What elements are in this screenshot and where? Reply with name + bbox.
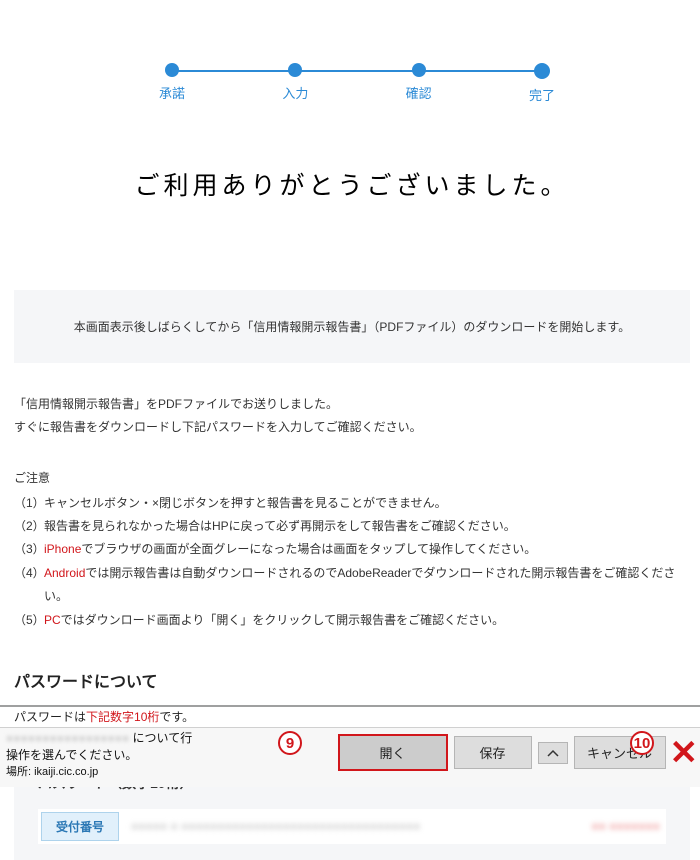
step-confirm: 確認: [406, 63, 432, 102]
annotation-marker-10: 10: [630, 731, 654, 755]
download-buttons: 開く 保存 キャンセル: [338, 734, 666, 771]
step-dot-icon: [165, 63, 179, 77]
step-done: 完了: [529, 63, 555, 104]
download-bar: ●●●●●●●●●●●●●●●●● について行 操作を選んでください。 場所: …: [0, 727, 700, 787]
step-dot-icon: [412, 63, 426, 77]
step-accept: 承諾: [159, 63, 185, 102]
stepper-line: [169, 70, 545, 72]
receipt-number-masked: ●●●●● ● ●●●●●●●●●●●●●●●●●●●●●●●●●●●●●●●●…: [131, 819, 579, 833]
step-label: 確認: [406, 83, 432, 102]
caution-heading: ご注意: [14, 469, 690, 486]
caution-item: （1） キャンセルボタン・×閉じボタンを押すと報告書を見ることができません。: [14, 492, 690, 515]
receipt-row: 受付番号 ●●●●● ● ●●●●●●●●●●●●●●●●●●●●●●●●●●●…: [38, 809, 666, 844]
password-description: パスワードは下記数字10桁です。: [14, 708, 690, 725]
caution-item: （5） PCではダウンロード画面より「開く」をクリックして開示報告書をご確認くだ…: [14, 609, 690, 632]
caution-item: （2） 報告書を見られなかった場合はHPに戻って必ず再開示をして報告書をご確認く…: [14, 515, 690, 538]
caution-item: （4） Androidでは開示報告書は自動ダウンロードされるのでAdobeRea…: [14, 562, 690, 609]
page-title: ご利用ありがとうございました。: [14, 166, 690, 202]
step-label: 承諾: [159, 83, 185, 102]
download-info-box: 本画面表示後しばらくしてから「信用情報開示報告書」（PDFファイル）のダウンロー…: [14, 290, 690, 363]
sent-note: 「信用情報開示報告書」をPDFファイルでお送りしました。 すぐに報告書をダウンロ…: [14, 393, 690, 439]
open-button[interactable]: 開く: [338, 734, 448, 771]
step-input: 入力: [282, 63, 308, 102]
step-label: 完了: [529, 85, 555, 104]
sent-line: 「信用情報開示報告書」をPDFファイルでお送りしました。: [14, 393, 690, 416]
caution-list: （1） キャンセルボタン・×閉じボタンを押すと報告書を見ることができません。 （…: [14, 492, 690, 632]
step-label: 入力: [282, 83, 308, 102]
download-bar-divider: [0, 705, 700, 707]
progress-stepper: 承諾 入力 確認 完了: [159, 63, 555, 104]
annotation-marker-9: 9: [278, 731, 302, 755]
close-icon[interactable]: ✕: [670, 736, 699, 770]
download-source: 場所: ikaiji.cic.co.jp: [6, 765, 338, 781]
sent-line: すぐに報告書をダウンロードし下記パスワードを入力してご確認ください。: [14, 416, 690, 439]
save-dropdown-button[interactable]: [538, 742, 568, 764]
caution-item: （3） iPhoneでブラウザの画面が全面グレーになった場合は画面をタップして操…: [14, 538, 690, 561]
chevron-up-icon: [547, 749, 559, 757]
step-dot-icon: [288, 63, 302, 77]
save-button[interactable]: 保存: [454, 736, 532, 769]
password-section-title: パスワードについて: [14, 668, 690, 692]
receipt-suffix-masked: ●● ●●●●●●●: [591, 819, 660, 833]
step-dot-icon: [534, 63, 550, 79]
receipt-label-badge: 受付番号: [41, 812, 119, 841]
